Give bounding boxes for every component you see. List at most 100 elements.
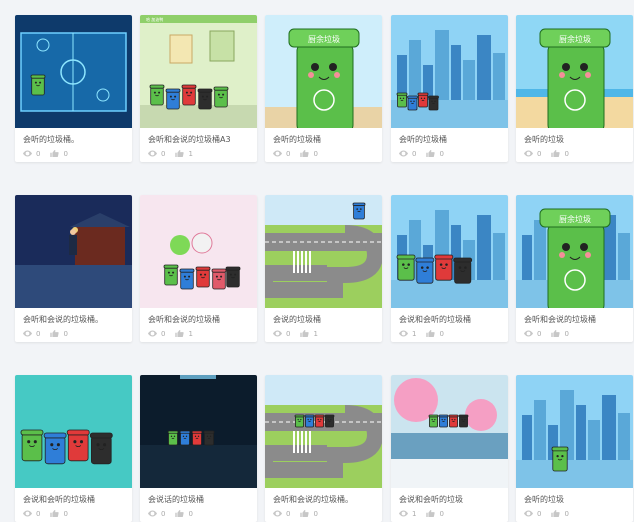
project-title[interactable]: 会说话的垃圾桶	[148, 495, 252, 505]
project-title[interactable]: 会听的垃圾	[524, 495, 628, 505]
view-count-value: 0	[36, 149, 41, 158]
like-count-value: 0	[188, 509, 193, 518]
project-thumbnail[interactable]	[265, 375, 382, 488]
view-count: 0	[148, 510, 165, 518]
view-count-value: 0	[412, 149, 417, 158]
project-thumbnail[interactable]	[140, 195, 257, 308]
view-count-value: 0	[161, 509, 166, 518]
like-count-value: 0	[63, 329, 68, 338]
project-card[interactable]: 会说和会听的垃圾 1 0	[391, 375, 508, 522]
view-count: 0	[273, 510, 290, 518]
project-card[interactable]: 会听和会说的垃圾桶 0 1	[140, 195, 257, 342]
project-title[interactable]: 会说和会听的垃圾桶	[399, 315, 503, 325]
project-stats: 00	[399, 149, 454, 158]
project-card[interactable]: 哈 加油鸭会听和会说的垃圾桶A3 0 1	[140, 15, 257, 162]
project-stats: 00	[273, 149, 328, 158]
project-card[interactable]: 厨余垃圾 会听和会说的垃圾桶 0 0	[516, 195, 633, 342]
project-card[interactable]: 会听的垃圾桶 0 0	[391, 15, 508, 162]
view-count-value: 0	[537, 149, 542, 158]
thumb-up-icon	[551, 150, 561, 157]
project-card[interactable]: 会听和会说的垃圾桶。 0 0	[265, 375, 382, 522]
project-card[interactable]: 会说和会听的垃圾桶 1 0	[391, 195, 508, 342]
project-thumbnail[interactable]	[391, 15, 508, 128]
view-count-value: 1	[412, 329, 417, 338]
svg-text:厨余垃圾: 厨余垃圾	[559, 214, 591, 224]
project-card[interactable]: 会说和会听的垃圾桶 0 0	[15, 375, 132, 522]
project-thumbnail[interactable]	[516, 375, 633, 488]
svg-text:厨余垃圾: 厨余垃圾	[308, 34, 340, 44]
project-thumbnail[interactable]	[391, 375, 508, 488]
view-count-value: 0	[286, 509, 291, 518]
like-count-value: 0	[313, 509, 318, 518]
thumb-up-icon	[50, 150, 60, 157]
project-stats: 00	[23, 149, 78, 158]
project-title[interactable]: 会说和会听的垃圾	[399, 495, 503, 505]
view-count: 0	[273, 330, 290, 338]
eye-icon	[399, 330, 408, 337]
project-title[interactable]: 会说的垃圾桶	[273, 315, 377, 325]
eye-icon	[23, 150, 32, 157]
project-thumbnail[interactable]	[265, 195, 382, 308]
like-count: 1	[300, 329, 318, 338]
project-thumbnail[interactable]	[15, 195, 132, 308]
project-stats: 10	[399, 509, 454, 518]
project-thumbnail[interactable]: 厨余垃圾	[516, 15, 633, 128]
like-count: 0	[50, 329, 68, 338]
like-count: 0	[175, 509, 193, 518]
project-title[interactable]: 会听的垃圾桶	[399, 135, 503, 145]
project-card[interactable]: 厨余垃圾会听的垃圾 0 0	[516, 15, 633, 162]
view-count: 0	[23, 330, 40, 338]
view-count: 1	[399, 330, 416, 338]
project-thumbnail[interactable]: 厨余垃圾	[265, 15, 382, 128]
project-thumbnail[interactable]	[15, 15, 132, 128]
like-count-value: 0	[63, 149, 68, 158]
project-card[interactable]: 会说的垃圾桶 0 1	[265, 195, 382, 342]
like-count: 0	[300, 150, 318, 158]
thumb-up-icon	[551, 330, 561, 337]
project-title[interactable]: 会听和会说的垃圾桶。	[273, 495, 377, 505]
svg-text:厨余垃圾: 厨余垃圾	[559, 34, 591, 44]
view-count-value: 0	[36, 509, 41, 518]
view-count: 0	[23, 150, 40, 158]
view-count: 0	[148, 150, 165, 158]
view-count: 0	[273, 150, 290, 158]
like-count-value: 1	[188, 149, 193, 158]
project-card[interactable]: 厨余垃圾 会听的垃圾桶 0 0	[265, 15, 382, 162]
project-title[interactable]: 会听和会说的垃圾桶	[148, 315, 252, 325]
project-stats: 00	[524, 509, 579, 518]
like-count-value: 1	[313, 329, 318, 338]
view-count: 0	[23, 510, 40, 518]
project-stats: 00	[148, 509, 203, 518]
project-stats: 10	[399, 329, 454, 338]
project-stats: 01	[273, 329, 328, 338]
view-count: 0	[524, 150, 541, 158]
project-thumbnail[interactable]: 厨余垃圾	[516, 195, 633, 308]
thumb-up-icon	[175, 150, 185, 157]
project-title[interactable]: 会听的垃圾	[524, 135, 628, 145]
project-card[interactable]: 会听和会说的垃圾桶。 0 0	[15, 195, 132, 342]
project-title[interactable]: 会听和会说的垃圾桶。	[23, 315, 127, 325]
project-title[interactable]: 会听和会说的垃圾桶	[524, 315, 628, 325]
view-count-value: 0	[286, 329, 291, 338]
like-count: 0	[551, 150, 569, 158]
project-title[interactable]: 会听和会说的垃圾桶A3	[148, 135, 252, 145]
project-thumbnail[interactable]	[15, 375, 132, 488]
view-count-value: 0	[161, 329, 166, 338]
project-title[interactable]: 会说和会听的垃圾桶	[23, 495, 127, 505]
project-title[interactable]: 会听的垃圾桶	[273, 135, 377, 145]
view-count-value: 0	[161, 149, 166, 158]
project-card[interactable]: 会听的垃圾 0 0	[516, 375, 633, 522]
project-thumbnail[interactable]: 哈 加油鸭	[140, 15, 257, 128]
view-count: 1	[399, 510, 416, 518]
project-title[interactable]: 会听的垃圾桶。	[23, 135, 127, 145]
like-count: 1	[175, 149, 193, 158]
project-card[interactable]: 会说话的垃圾桶 0 0	[140, 375, 257, 522]
eye-icon	[524, 150, 533, 157]
project-thumbnail[interactable]	[140, 375, 257, 488]
eye-icon	[273, 150, 282, 157]
thumb-up-icon	[50, 330, 60, 337]
project-thumbnail[interactable]	[391, 195, 508, 308]
like-count: 0	[426, 150, 444, 158]
project-card[interactable]: 会听的垃圾桶。 0 0	[15, 15, 132, 162]
like-count-value: 1	[188, 329, 193, 338]
